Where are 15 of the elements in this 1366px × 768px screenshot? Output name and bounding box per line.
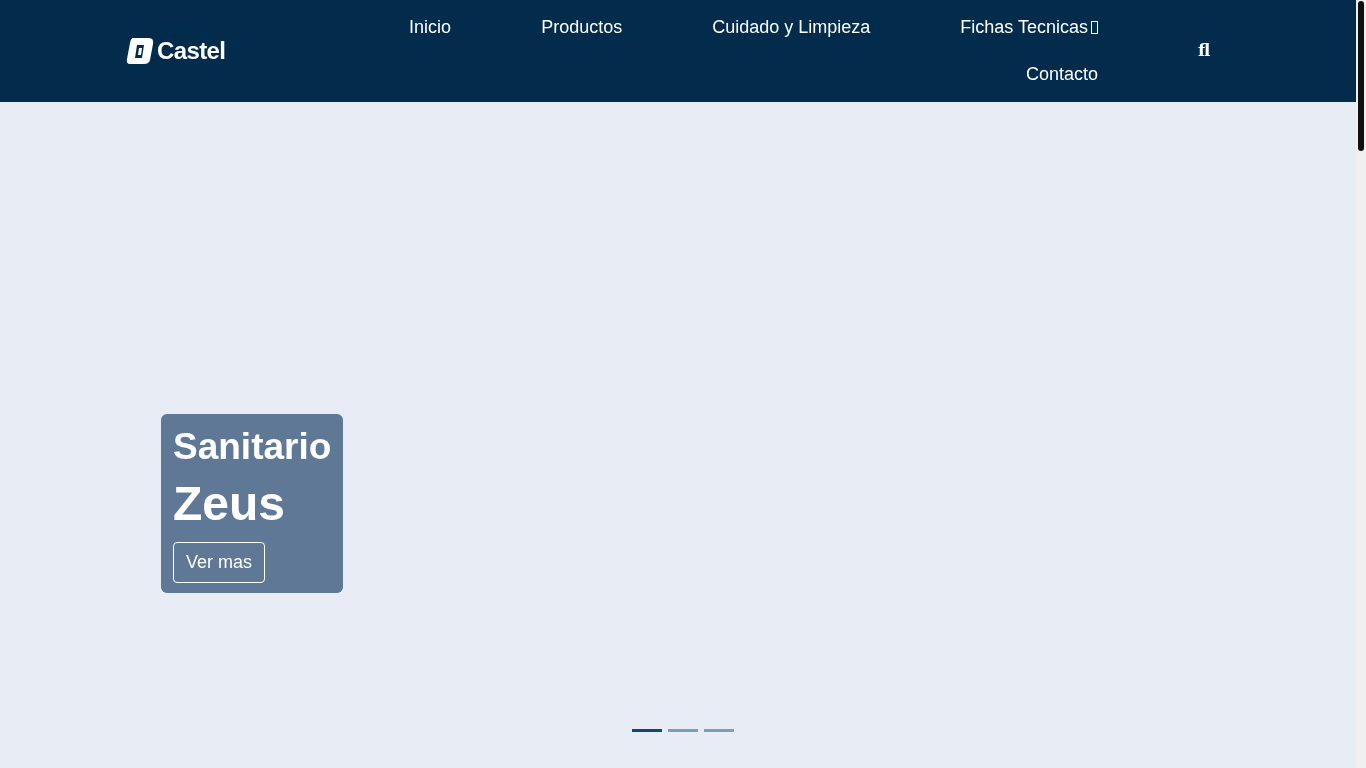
nav-link[interactable]: Cuidado y Limpieza (712, 14, 871, 41)
logo-icon[interactable] (125, 36, 155, 66)
hero-title: Zeus (173, 476, 286, 533)
nav-link[interactable]: Productos (541, 14, 623, 41)
scrollbar[interactable] (1356, 0, 1366, 768)
nav-link[interactable]: Inicio (409, 14, 452, 41)
search-icon[interactable]: fl (1198, 38, 1211, 64)
nav-link[interactable]: Contacto (1025, 61, 1098, 88)
logo-text[interactable]: Castel (157, 33, 226, 69)
see-more-button[interactable]: Ver mas (173, 542, 266, 584)
slide-indicator[interactable] (668, 729, 698, 732)
nav-link[interactable]: Fichas Tecnicas (960, 14, 1098, 41)
slide-indicator[interactable] (704, 729, 734, 732)
hero-subtitle: Sanitario (173, 425, 332, 469)
slide-indicator[interactable] (632, 729, 662, 732)
